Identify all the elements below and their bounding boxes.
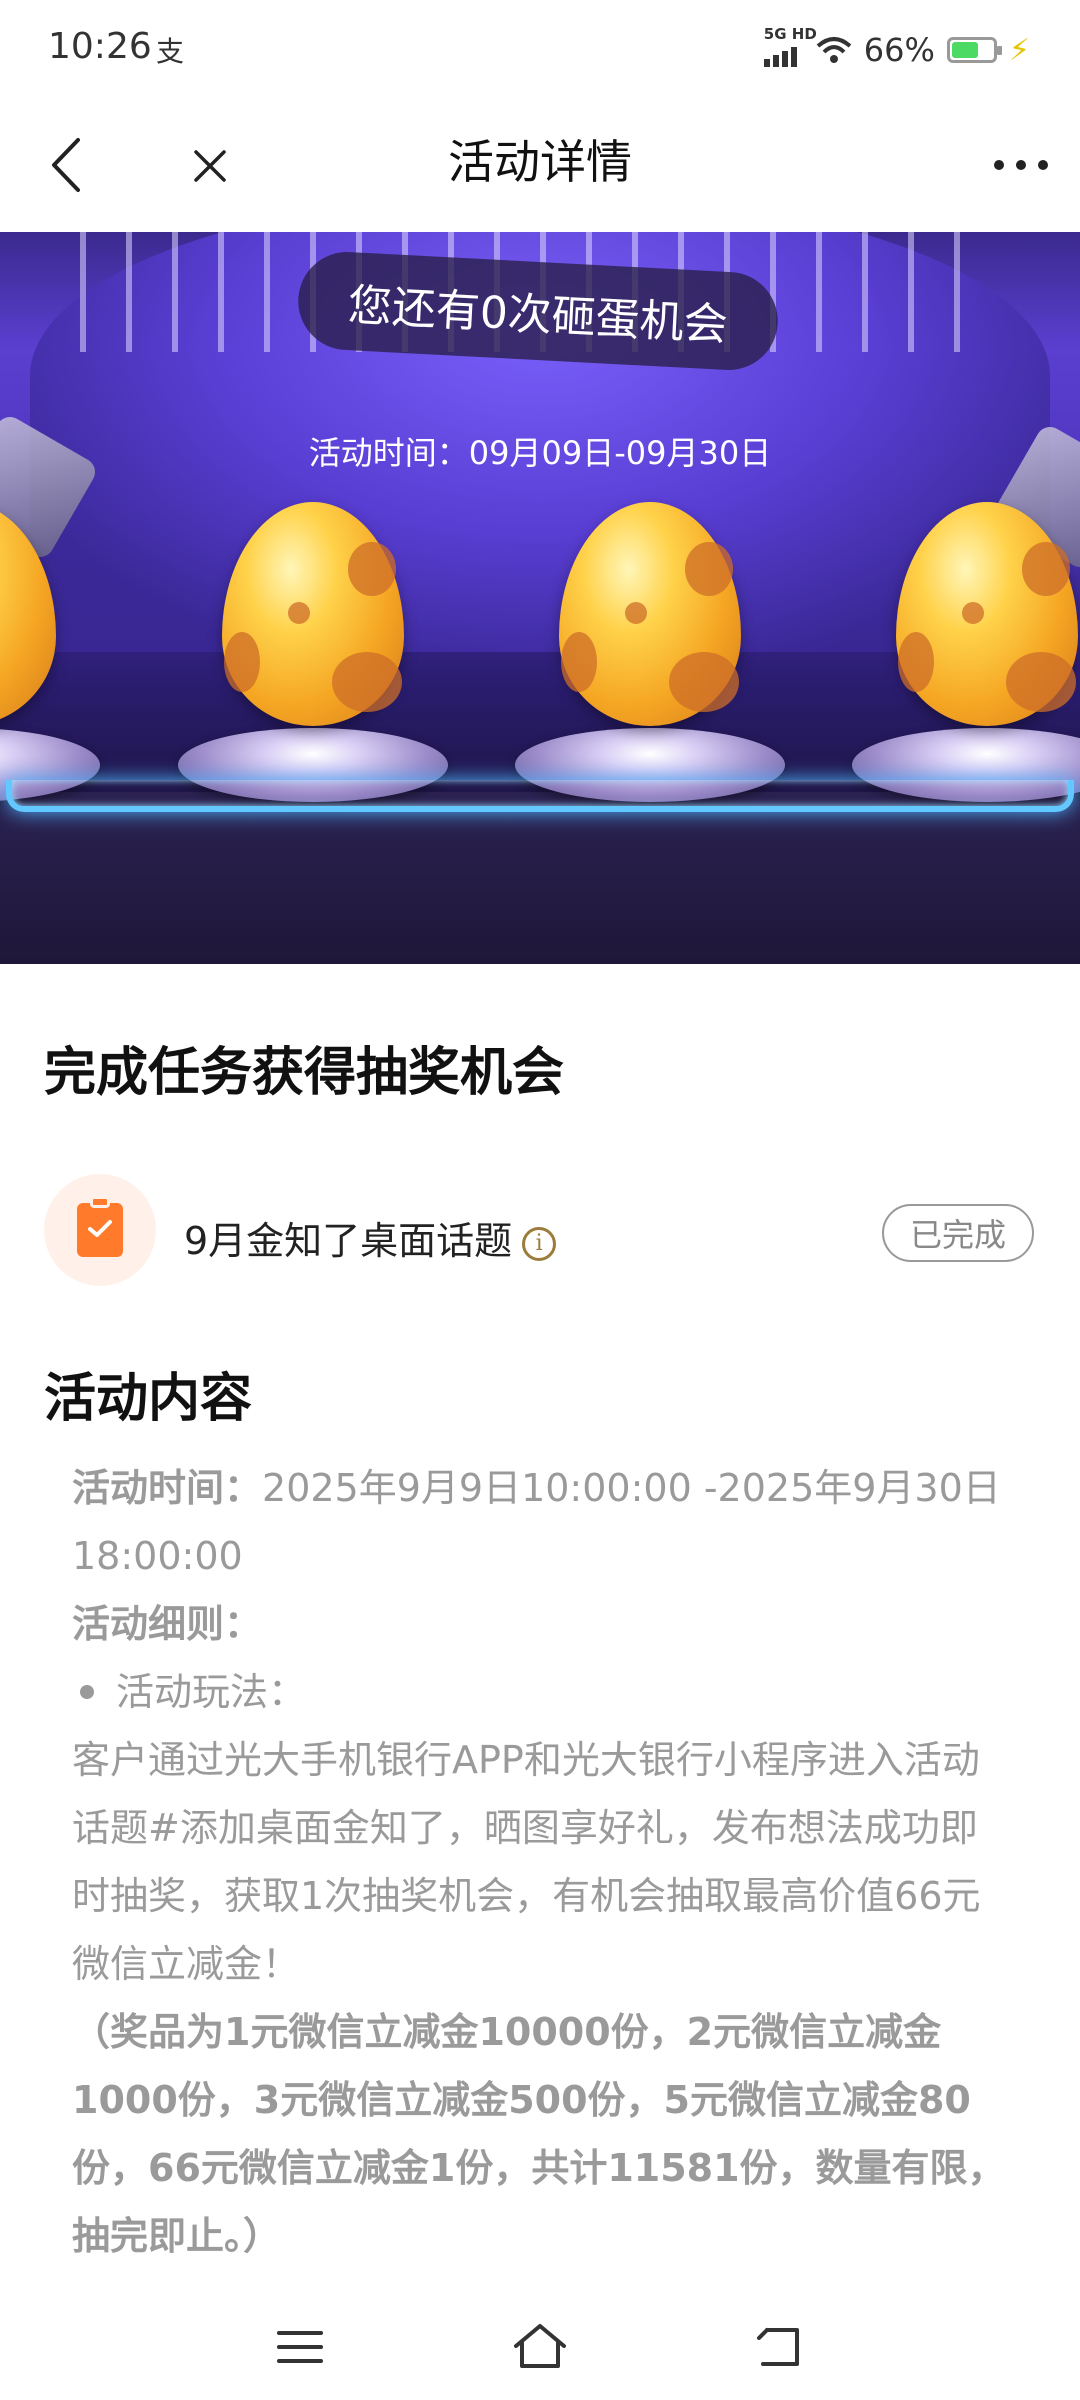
- activity-content: 活动时间：2025年9月9日10:00:00 -2025年9月30日 18:00…: [72, 1454, 1012, 2270]
- bullet-dot-icon: [80, 1684, 94, 1699]
- battery-percent: 66%: [863, 31, 935, 69]
- system-nav-bar: [0, 2290, 1080, 2400]
- return-button[interactable]: [740, 2312, 820, 2382]
- battery-icon: [946, 37, 1002, 63]
- task-label: 9月金知了桌面话题: [184, 1219, 513, 1263]
- activity-time-label: 活动时间：: [72, 1466, 263, 1510]
- bullet-label: 活动玩法：: [116, 1670, 307, 1714]
- wifi-icon: [816, 37, 852, 63]
- page-title: 活动详情: [448, 135, 632, 189]
- task-icon-circle: [44, 1174, 156, 1286]
- charging-icon: ⚡: [1008, 32, 1030, 68]
- golden-egg-1[interactable]: [178, 502, 448, 802]
- content-section-title: 活动内容: [44, 1369, 253, 1429]
- rules-label: 活动细则：: [72, 1602, 263, 1646]
- egg-smash-banner: 您还有0次砸蛋机会 活动时间：09月09日-09月30日: [0, 232, 1080, 964]
- task-completed-button[interactable]: 已完成: [882, 1204, 1034, 1262]
- status-right: 5G HD 66% ⚡: [763, 27, 1030, 72]
- battery-fill: [951, 42, 979, 58]
- info-icon[interactable]: i: [522, 1227, 557, 1261]
- task-label-wrap: 9月金知了桌面话题 i: [184, 1210, 557, 1265]
- golden-egg-2[interactable]: [515, 502, 785, 802]
- home-icon: [514, 2324, 566, 2368]
- return-icon: [757, 2328, 799, 2366]
- menu-icon: [277, 2331, 323, 2363]
- more-icon: [994, 160, 1004, 170]
- menu-button[interactable]: [260, 2312, 340, 2382]
- bullet-item: 活动玩法：: [72, 1658, 1012, 1726]
- home-button[interactable]: [500, 2312, 580, 2382]
- cellular-signal-icon: 5G HD: [763, 27, 817, 67]
- neon-stage-border: [6, 780, 1074, 812]
- task-section-title: 完成任务获得抽奖机会: [44, 1043, 565, 1103]
- golden-egg-3[interactable]: [852, 502, 1080, 802]
- golden-egg-partial[interactable]: [0, 502, 100, 802]
- top-nav-bar: 活动详情: [0, 100, 1080, 232]
- activity-time-paragraph: 活动时间：2025年9月9日10:00:00 -2025年9月30日 18:00…: [72, 1454, 1012, 1590]
- network-label: 5G HD: [763, 25, 817, 43]
- task-item[interactable]: 9月金知了桌面话题 i 已完成: [44, 1174, 1040, 1290]
- more-button[interactable]: [986, 140, 1056, 190]
- alipay-status-icon: 支: [156, 35, 185, 68]
- clipboard-check-icon: [77, 1196, 123, 1257]
- status-bar: 10:26 支 5G HD 66% ⚡: [0, 0, 1080, 100]
- rules-text: 客户通过光大手机银行APP和光大银行小程序进入活动话题#添加桌面金知了，晒图享好…: [72, 1738, 981, 1986]
- prize-text: （奖品为1元微信立减金10000份，2元微信立减金1000份，3元微信立减金50…: [72, 2010, 1006, 2258]
- status-time: 10:26: [48, 26, 152, 67]
- banner-activity-time: 活动时间：09月09日-09月30日: [308, 434, 772, 472]
